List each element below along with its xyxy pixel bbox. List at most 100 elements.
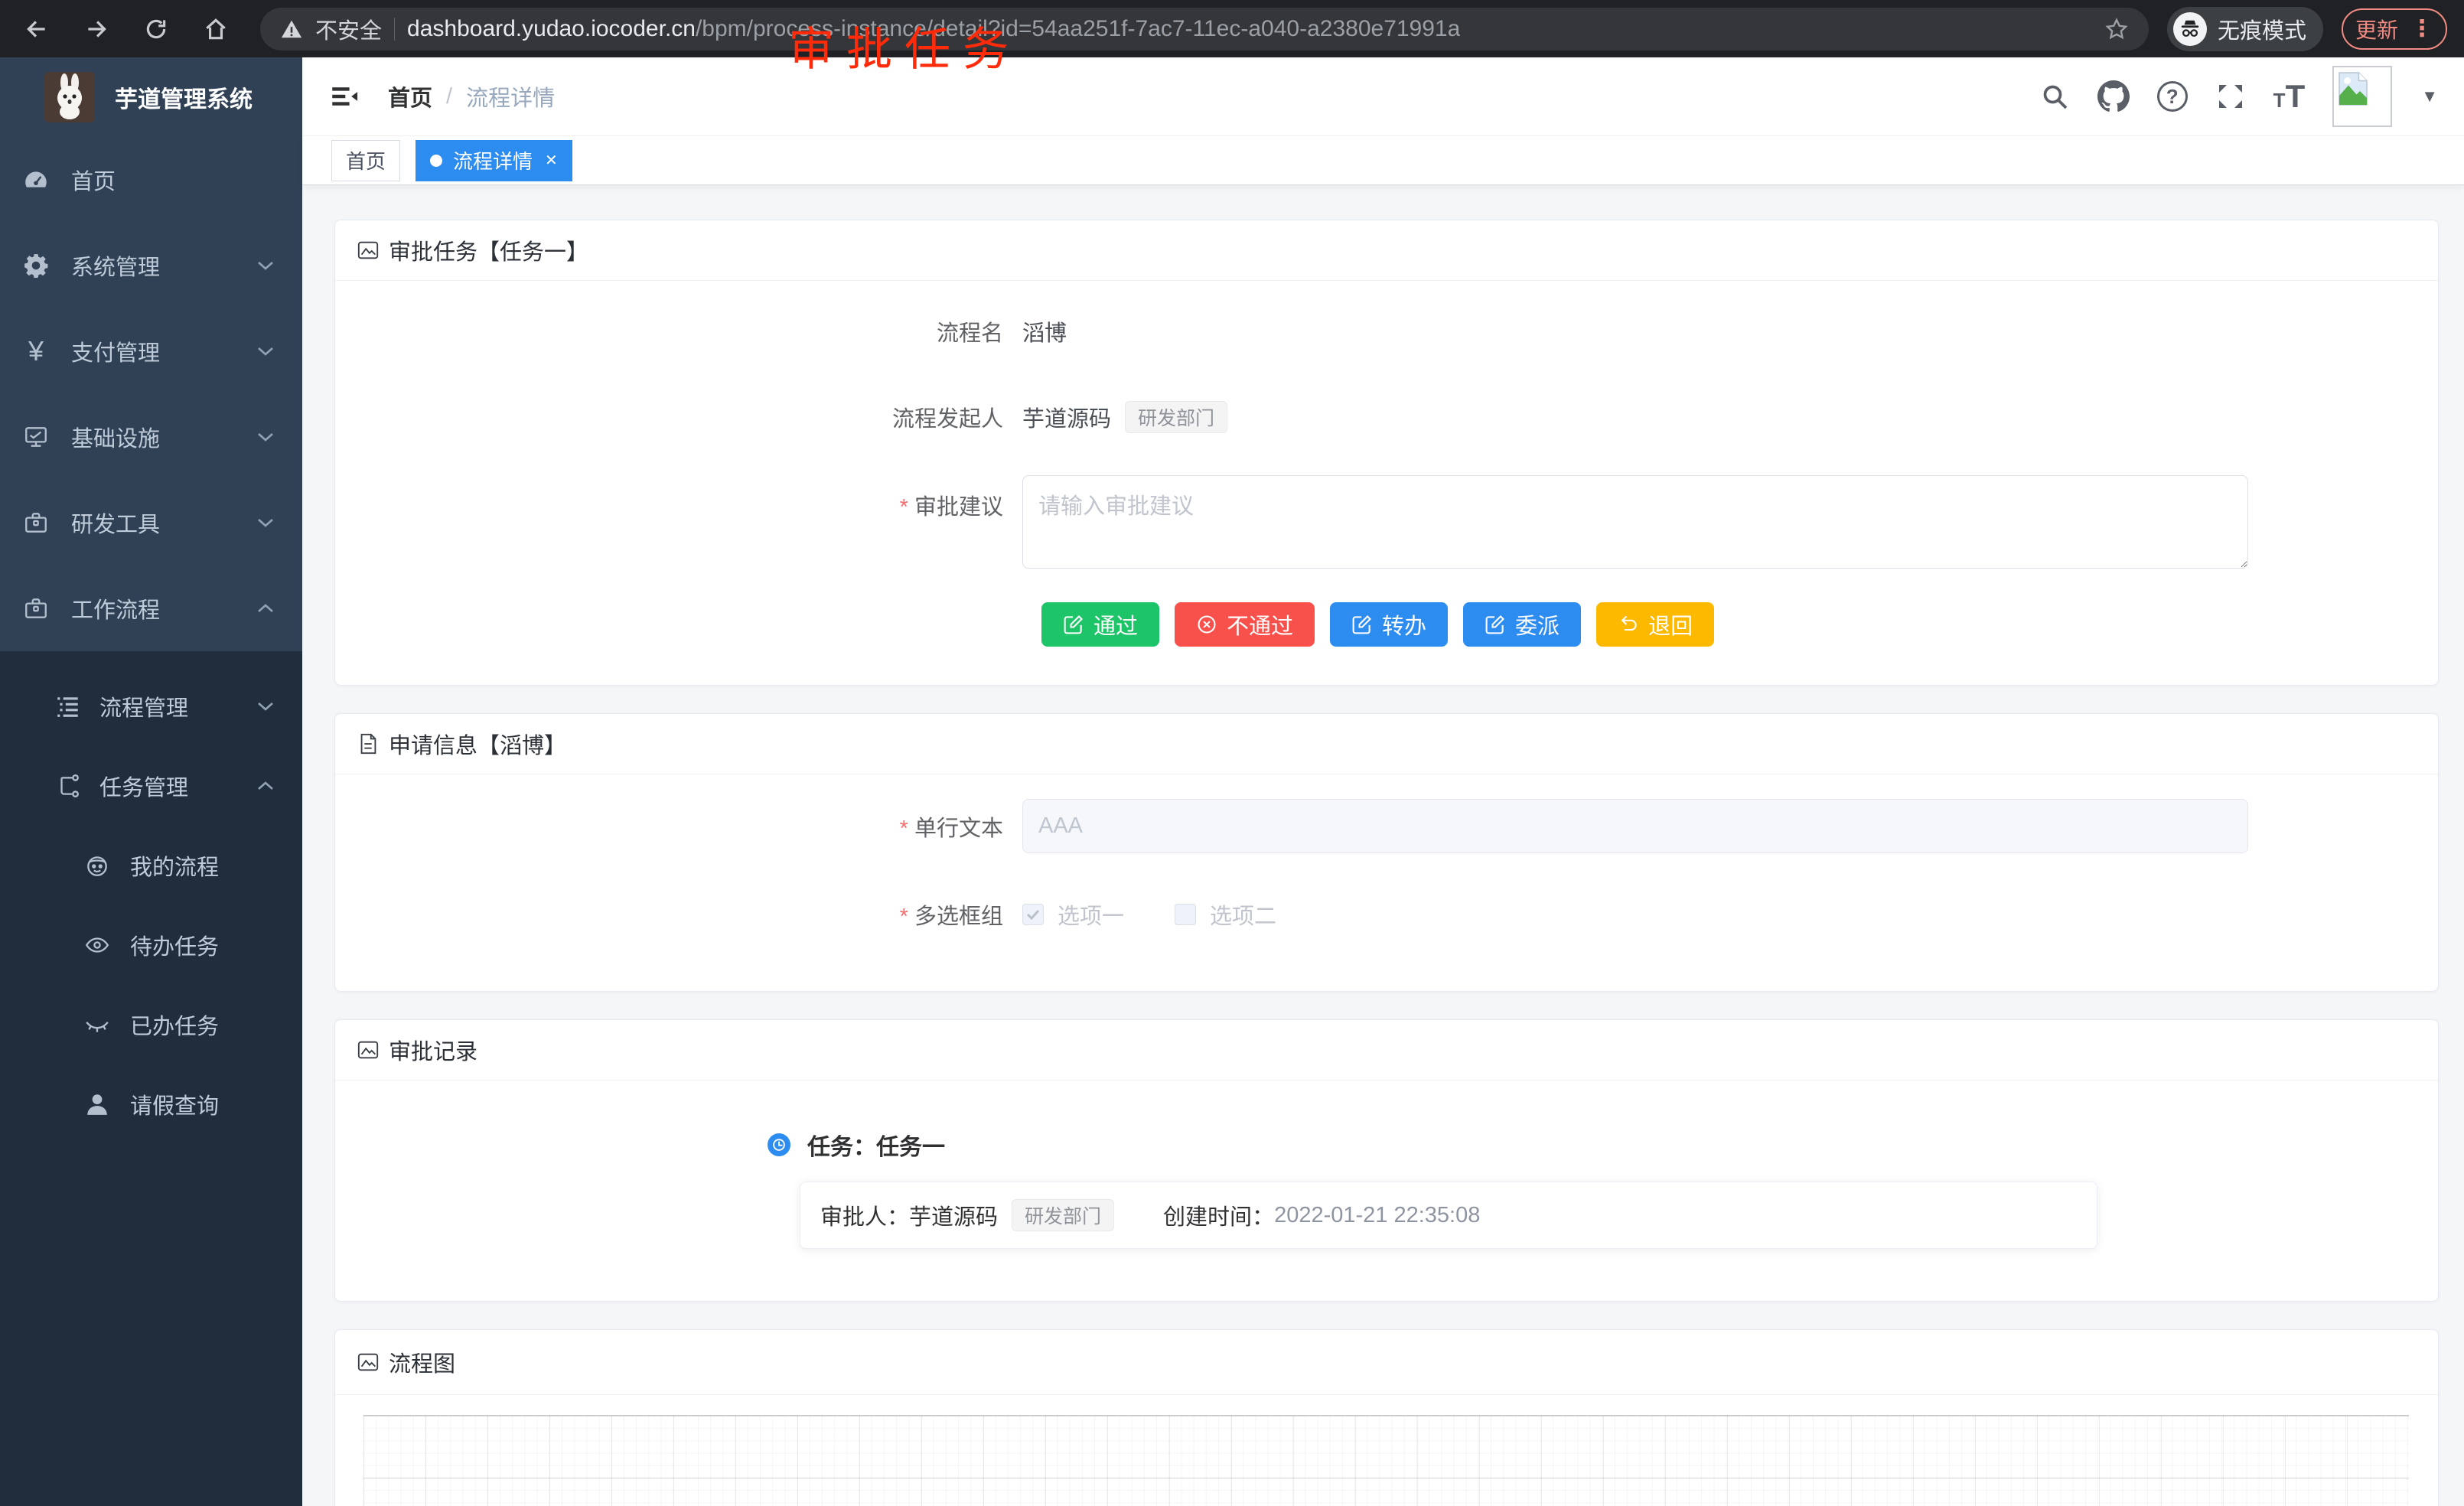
edit-icon (1063, 614, 1084, 635)
checkbox-option-2: 选项二 (1175, 898, 1276, 931)
sidebar-item-devtools[interactable]: 研发工具 (0, 480, 302, 566)
card-header: 审批任务【任务一】 (335, 220, 2438, 281)
tab-home[interactable]: 首页 (331, 140, 400, 181)
monitor-icon (23, 424, 49, 450)
tab-process-detail[interactable]: 流程详情 ✕ (416, 140, 572, 181)
sidebar-item-payment[interactable]: ¥ 支付管理 (0, 308, 302, 394)
dashboard-icon (23, 167, 49, 193)
address-bar[interactable]: 不安全 dashboard.yudao.iocoder.cn/bpm/proce… (260, 8, 2149, 51)
process-name-value: 滔博 (1022, 315, 1067, 347)
checkbox-option-1: 选项一 (1022, 898, 1124, 931)
delegate-button[interactable]: 委派 (1463, 602, 1581, 647)
edit-icon (1351, 614, 1373, 635)
checkbox-checked-icon (1022, 904, 1044, 925)
sidebar-toggle-icon[interactable] (328, 80, 360, 112)
suggestion-row: 审批建议 (335, 475, 2438, 569)
undo-icon (1618, 614, 1639, 635)
checkbox-unchecked-icon (1175, 904, 1196, 925)
sidebar-item-leave-query[interactable]: 请假查询 (0, 1064, 302, 1144)
forward-icon[interactable] (77, 9, 116, 49)
back-icon[interactable] (17, 9, 57, 49)
header-actions: ? TT ▼ (2039, 66, 2438, 127)
incognito-icon (2173, 12, 2207, 46)
return-button[interactable]: 退回 (1596, 602, 1714, 647)
card-header: 申请信息【滔博】 (335, 714, 2438, 774)
app-logo-rabbit (44, 72, 95, 122)
avatar-caret-icon[interactable]: ▼ (2421, 86, 2438, 106)
github-icon[interactable] (2097, 80, 2130, 112)
eye-closed-icon (84, 1012, 110, 1038)
tab-close-icon[interactable]: ✕ (545, 151, 558, 170)
list-icon (55, 693, 81, 719)
reject-button[interactable]: 不通过 (1175, 602, 1315, 647)
sidebar: 芋道管理系统 首页 系统管理 ¥ 支付管理 基础设施 (0, 57, 302, 1506)
avatar[interactable] (2332, 66, 2392, 127)
sidebar-item-workflow[interactable]: 工作流程 (0, 566, 302, 651)
approver-label: 审批人： (820, 1199, 909, 1231)
sidebar-item-my-process[interactable]: 我的流程 (0, 826, 302, 905)
home-icon[interactable] (196, 9, 236, 49)
chevron-up-icon (256, 780, 275, 792)
text-field-row: 单行文本 (335, 799, 2438, 853)
sidebar-item-infrastructure[interactable]: 基础设施 (0, 394, 302, 480)
chevron-up-icon (256, 602, 275, 614)
sidebar-item-task-mgmt[interactable]: 任务管理 (0, 746, 302, 826)
chevron-down-icon (256, 259, 275, 272)
picture-icon (357, 1351, 380, 1374)
transfer-button[interactable]: 转办 (1330, 602, 1448, 647)
tree-icon (55, 773, 81, 799)
sidebar-item-process-mgmt[interactable]: 流程管理 (0, 667, 302, 746)
single-line-text-input (1022, 799, 2248, 853)
active-dot-icon (430, 155, 442, 167)
breadcrumb-current: 流程详情 (466, 80, 555, 112)
picture-icon (357, 239, 380, 262)
approve-button[interactable]: 通过 (1041, 602, 1159, 647)
incognito-badge: 无痕模式 (2167, 7, 2323, 51)
process-name-row: 流程名 滔博 (335, 308, 2438, 354)
sidebar-item-todo-tasks[interactable]: 待办任务 (0, 905, 302, 985)
fullscreen-icon[interactable] (2215, 81, 2246, 112)
edit-icon (1485, 614, 1506, 635)
bookmark-star-icon[interactable] (2104, 17, 2129, 41)
dept-tag: 研发部门 (1125, 401, 1227, 433)
task-title: 任务：任务一 (807, 1128, 945, 1162)
kebab-menu-icon[interactable]: ⋮ (2410, 15, 2433, 42)
circle-close-icon (1196, 614, 1217, 635)
chevron-down-icon (256, 700, 275, 712)
app-logo-row[interactable]: 芋道管理系统 (0, 57, 302, 137)
briefcase-icon (23, 510, 49, 536)
breadcrumb-home[interactable]: 首页 (388, 80, 432, 112)
record-detail-card: 审批人： 芋道源码 研发部门 创建时间： 2022-01-21 22:35:08 (800, 1182, 2097, 1249)
suggestion-textarea[interactable] (1022, 475, 2248, 569)
font-size-icon[interactable]: TT (2273, 78, 2306, 115)
yen-icon: ¥ (23, 338, 49, 364)
update-label[interactable]: 更新 (2355, 14, 2398, 44)
search-icon[interactable] (2039, 81, 2070, 112)
reload-icon[interactable] (136, 9, 176, 49)
browser-menu-button[interactable]: 更新 ⋮ (2342, 8, 2447, 50)
app-title: 芋道管理系统 (115, 80, 253, 114)
text-field-label: 单行文本 (335, 810, 1022, 843)
main-content: 审批任务【任务一】 流程名 滔博 流程发起人 芋道源码 研发部门 审批建议 (302, 185, 2464, 1506)
security-warning-icon[interactable] (280, 18, 303, 41)
sidebar-item-system[interactable]: 系统管理 (0, 223, 302, 308)
chevron-down-icon (256, 517, 275, 529)
person-icon (84, 1091, 110, 1117)
sidebar-item-done-tasks[interactable]: 已办任务 (0, 985, 302, 1064)
bpmn-canvas[interactable] (363, 1415, 2409, 1506)
card-header: 审批记录 (335, 1020, 2438, 1081)
chevron-down-icon (256, 345, 275, 357)
security-label[interactable]: 不安全 (315, 13, 382, 45)
browser-nav (17, 9, 236, 49)
url-text[interactable]: dashboard.yudao.iocoder.cn/bpm/process-i… (407, 16, 1460, 42)
checkbox-group-label: 多选框组 (335, 898, 1022, 931)
help-icon[interactable]: ? (2157, 81, 2188, 112)
process-diagram-card: 流程图 (334, 1329, 2439, 1506)
sidebar-item-home[interactable]: 首页 (0, 137, 302, 223)
created-label: 创建时间： (1163, 1199, 1274, 1231)
document-icon (357, 732, 380, 755)
checkbox-group: 选项一 选项二 (1022, 898, 1276, 931)
card-title: 申请信息【滔博】 (389, 728, 566, 760)
omnibox-divider (394, 18, 395, 41)
face-icon (84, 852, 110, 878)
